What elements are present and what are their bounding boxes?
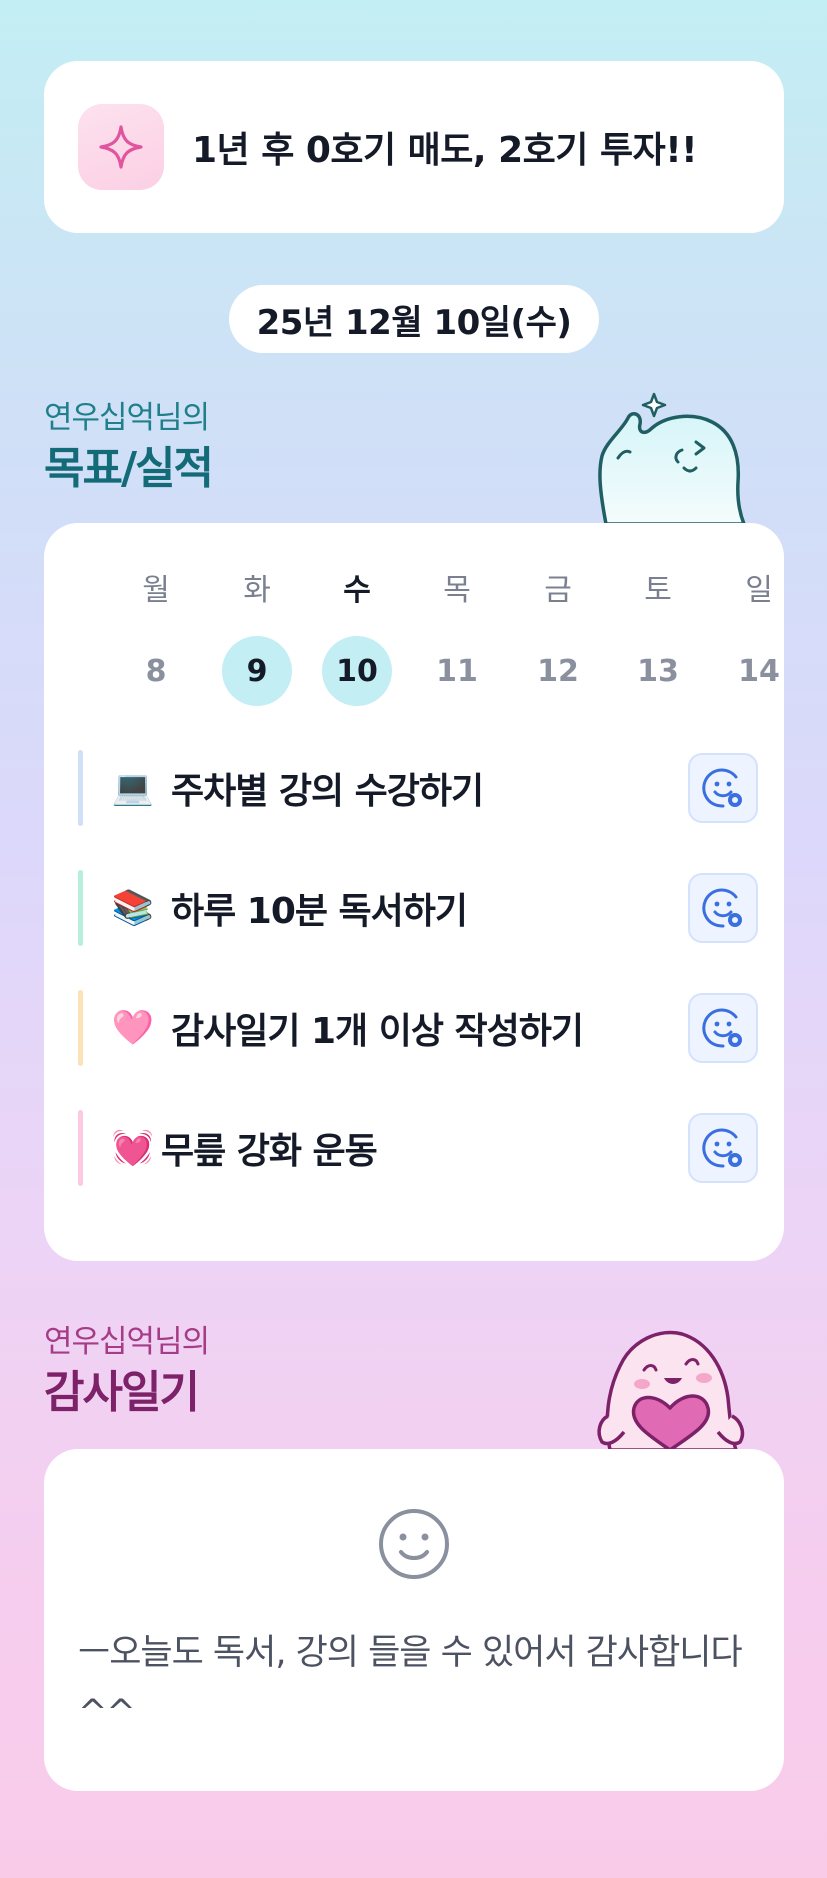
day-thursday[interactable]: 목 11 bbox=[422, 571, 492, 706]
goal-color-bar bbox=[78, 750, 83, 826]
day-number-done: 9 bbox=[222, 636, 292, 706]
day-wednesday[interactable]: 수 10 bbox=[322, 571, 392, 706]
goal-item[interactable]: 📚 하루 10분 독서하기 bbox=[78, 869, 758, 947]
smile-face-add-icon bbox=[702, 888, 742, 928]
smile-face-icon bbox=[379, 1509, 449, 1579]
day-tuesday[interactable]: 화 9 bbox=[222, 571, 292, 706]
date-selector[interactable]: 25년 12월 10일(수) bbox=[229, 285, 599, 353]
goal-text: 무릎 강화 운동 bbox=[161, 1131, 378, 1172]
motto-card[interactable]: 1년 후 0호기 매도, 2호기 투자!! bbox=[44, 61, 784, 233]
goal-color-bar bbox=[78, 990, 83, 1066]
goal-checkin-button[interactable] bbox=[688, 993, 758, 1063]
day-name: 목 bbox=[443, 573, 471, 608]
books-icon: 📚 bbox=[111, 888, 155, 928]
day-number: 11 bbox=[436, 653, 478, 689]
goal-checkin-button[interactable] bbox=[688, 753, 758, 823]
goals-section-subtitle: 연우십억님의 bbox=[44, 400, 210, 436]
day-name: 금 bbox=[544, 573, 572, 608]
goals-section-title: 목표/실적 bbox=[44, 443, 214, 494]
day-name: 월 bbox=[142, 573, 170, 608]
goal-color-bar bbox=[78, 870, 83, 946]
goal-text: 주차별 강의 수강하기 bbox=[171, 771, 484, 812]
pink-heart-icon: 🩷 bbox=[111, 1008, 155, 1048]
day-number: 8 bbox=[145, 653, 167, 689]
day-name: 일 bbox=[745, 573, 773, 608]
laptop-icon: 💻 bbox=[111, 768, 155, 808]
goal-checkin-button[interactable] bbox=[688, 873, 758, 943]
goal-item[interactable]: 💻 주차별 강의 수강하기 bbox=[78, 749, 758, 827]
goal-text: 하루 10분 독서하기 bbox=[171, 891, 468, 932]
day-saturday[interactable]: 토 13 bbox=[623, 571, 693, 706]
day-number: 14 bbox=[738, 653, 780, 689]
goal-item[interactable]: 💓 무릎 강화 운동 bbox=[78, 1109, 758, 1187]
smile-face-add-icon bbox=[702, 768, 742, 808]
goal-color-bar bbox=[78, 1110, 83, 1186]
smile-face-add-icon bbox=[702, 1008, 742, 1048]
smile-face-add-icon bbox=[702, 1128, 742, 1168]
day-sunday[interactable]: 일 14 bbox=[724, 571, 794, 706]
gratitude-entry-text: ㅡ오늘도 독서, 강의 들을 수 있어서 감사합니다 ^^ bbox=[78, 1633, 743, 1733]
day-number: 12 bbox=[537, 653, 579, 689]
goal-checkin-button[interactable] bbox=[688, 1113, 758, 1183]
mascot-heart-illustration bbox=[597, 1330, 745, 1450]
mascot-ghost-illustration bbox=[598, 392, 746, 524]
goal-text: 감사일기 1개 이상 작성하기 bbox=[171, 1011, 584, 1052]
beating-heart-icon: 💓 bbox=[111, 1128, 155, 1168]
day-name: 토 bbox=[644, 573, 672, 608]
day-name-today: 수 bbox=[343, 573, 371, 608]
motto-text: 1년 후 0호기 매도, 2호기 투자!! bbox=[192, 130, 698, 171]
day-number-done: 10 bbox=[322, 636, 392, 706]
sparkle-icon bbox=[78, 104, 164, 190]
gratitude-section-title: 감사일기 bbox=[44, 1367, 200, 1418]
day-monday[interactable]: 월 8 bbox=[121, 571, 191, 706]
day-name: 화 bbox=[243, 573, 271, 608]
goal-item[interactable]: 🩷 감사일기 1개 이상 작성하기 bbox=[78, 989, 758, 1067]
gratitude-card[interactable]: ㅡ오늘도 독서, 강의 들을 수 있어서 감사합니다 ^^ bbox=[44, 1449, 784, 1791]
goals-card: 월 8 화 9 수 10 목 11 금 12 토 13 일 14 💻 주차별 강… bbox=[44, 523, 784, 1261]
gratitude-section-subtitle: 연우십억님의 bbox=[44, 1324, 210, 1360]
day-friday[interactable]: 금 12 bbox=[523, 571, 593, 706]
day-number: 13 bbox=[637, 653, 679, 689]
